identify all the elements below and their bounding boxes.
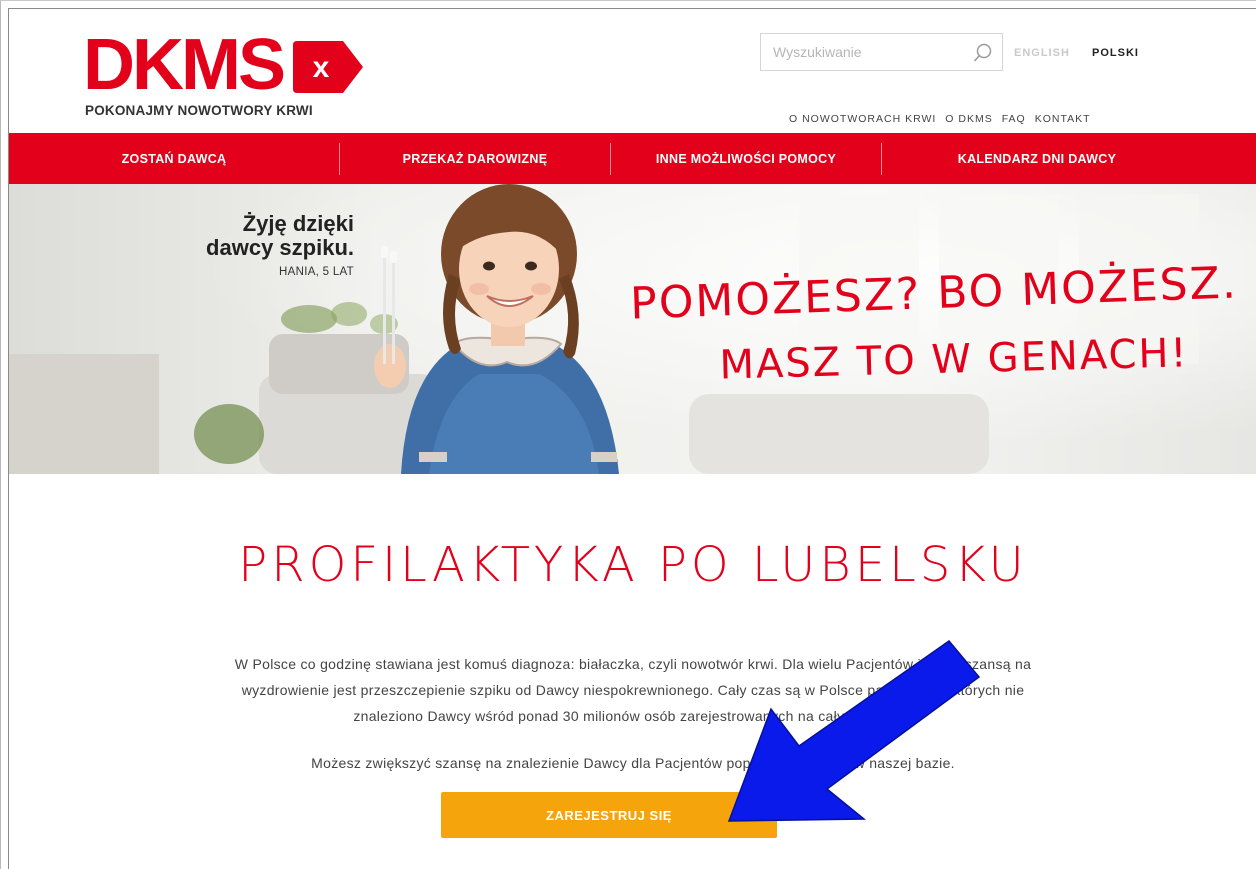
page-title: PROFILAKTYKA PO LUBELSKU xyxy=(238,537,1028,593)
lang-english-link[interactable]: ENGLISH xyxy=(1014,47,1070,59)
top-nav-contact[interactable]: KONTAKT xyxy=(1035,113,1091,125)
hero-quote-line1: Żyję dzięki xyxy=(242,211,354,236)
logo-badge-icon: x xyxy=(293,41,363,93)
hero-quote-author: HANIA, 5 LAT xyxy=(279,266,354,278)
top-nav: O NOWOTWORACH KRWI O DKMS FAQ KONTAKT xyxy=(789,113,1091,125)
intro-line-3: znaleziono Dawcy wśród ponad 30 milionów… xyxy=(353,708,913,724)
top-nav-about-dkms[interactable]: O DKMS xyxy=(945,113,992,125)
hero-slogan-line1: POMOŻESZ? BO MOŻESZ. xyxy=(629,257,1239,330)
register-button[interactable]: ZAREJESTRUJ SIĘ xyxy=(441,792,777,838)
main-nav-donate[interactable]: PRZEKAŻ DAROWIZNĘ xyxy=(340,133,610,184)
logo-wordmark: DKMS xyxy=(83,25,286,105)
search-input[interactable] xyxy=(761,34,961,70)
intro-line-2: wyzdrowienie jest przeszczepienie szpiku… xyxy=(241,682,1025,698)
top-nav-faq[interactable]: FAQ xyxy=(1002,113,1026,125)
logo-tagline: POKONAJMY NOWOTWORY KRWI xyxy=(85,103,313,118)
hero-quote-line2: dawcy szpiku. xyxy=(206,235,354,260)
search-icon[interactable] xyxy=(972,42,994,64)
main-nav: ZOSTAŃ DAWCĄ PRZEKAŻ DAROWIZNĘ INNE MOŻL… xyxy=(9,133,1256,184)
intro-line-1: W Polsce co godzinę stawiana jest komuś … xyxy=(234,656,1032,672)
main-nav-other-help[interactable]: INNE MOŻLIWOŚCI POMOCY xyxy=(611,133,881,184)
site-header: DKMS x POKONAJMY NOWOTWORY KRWI ENGLISH … xyxy=(9,9,1256,133)
hero-slogan-line2: MASZ TO W GENACH! xyxy=(718,330,1190,389)
hero-quote: Żyję dzięki dawcy szpiku. HANIA, 5 LAT xyxy=(159,211,354,279)
web-page: DKMS x POKONAJMY NOWOTWORY KRWI ENGLISH … xyxy=(8,8,1256,869)
main-nav-donor-days-calendar[interactable]: KALENDARZ DNI DAWCY xyxy=(882,133,1192,184)
hero-slogan: POMOŻESZ? BO MOŻESZ. MASZ TO W GENACH! xyxy=(619,257,1249,388)
lang-polish-link[interactable]: POLSKI xyxy=(1092,47,1139,59)
dkms-logo[interactable]: DKMS x POKONAJMY NOWOTWORY KRWI xyxy=(83,29,373,129)
search-box xyxy=(760,33,1003,71)
registration-paragraph: Możesz zwiększyć szansę na znalezienie D… xyxy=(311,755,955,771)
hero-banner: Żyję dzięki dawcy szpiku. HANIA, 5 LAT P… xyxy=(9,184,1256,474)
intro-paragraph: W Polsce co godzinę stawiana jest komuś … xyxy=(69,651,1197,729)
main-nav-become-donor[interactable]: ZOSTAŃ DAWCĄ xyxy=(9,133,339,184)
logo-badge-glyph: x xyxy=(313,51,330,84)
top-nav-blood-cancers[interactable]: O NOWOTWORACH KRWI xyxy=(789,113,936,125)
